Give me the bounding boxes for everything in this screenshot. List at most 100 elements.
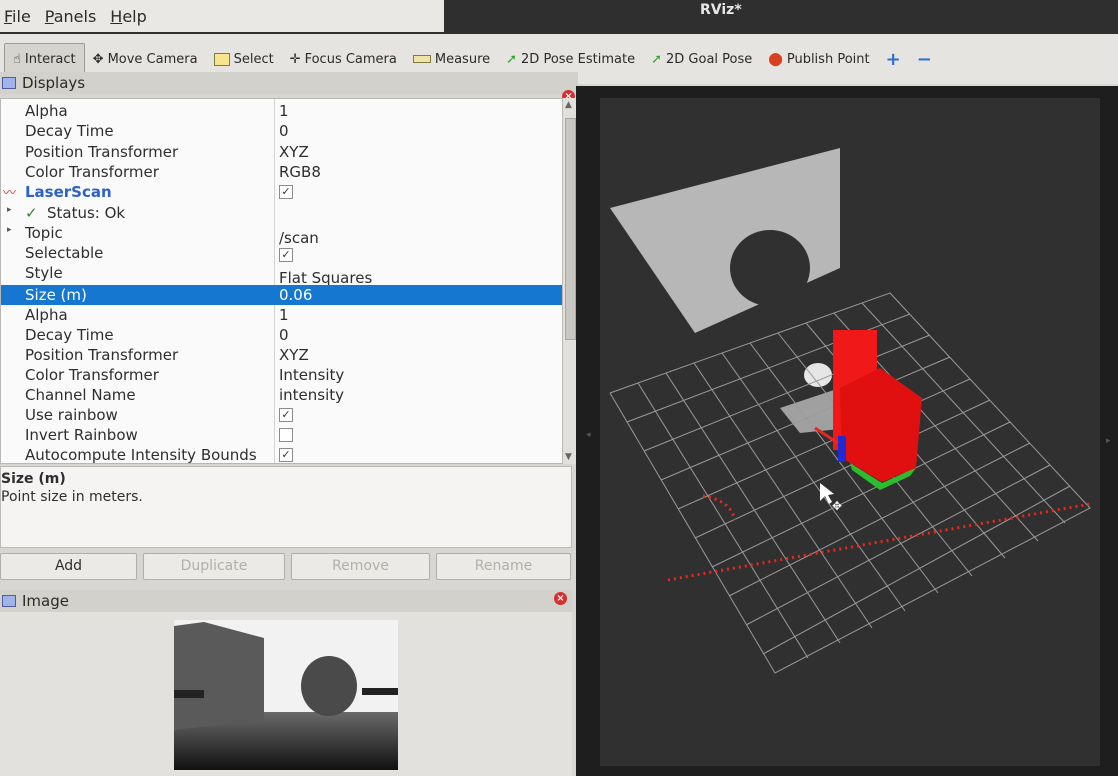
- close-image-icon[interactable]: ×: [554, 592, 567, 605]
- image-panel-header: Image: [0, 590, 572, 612]
- focus-camera-tool-button[interactable]: ✛ Focus Camera: [282, 44, 405, 74]
- menu-file[interactable]: File: [4, 7, 31, 26]
- move-camera-label: Move Camera: [107, 51, 198, 67]
- property-row[interactable]: Invert Rainbow: [1, 425, 563, 445]
- property-name: Invert Rainbow: [25, 426, 138, 444]
- use-rainbow-checkbox[interactable]: ✓: [279, 408, 293, 422]
- menu-bar: File Panels Help: [0, 0, 444, 32]
- select-icon: [213, 52, 230, 66]
- displays-panel-title: Displays: [22, 74, 86, 92]
- measure-tool-button[interactable]: Measure: [405, 44, 498, 74]
- camera-image: [174, 620, 398, 770]
- property-name: Size (m): [25, 286, 87, 304]
- laserscan-icon: 〰: [3, 186, 17, 201]
- displays-property-tree: Alpha 1 Decay Time 0 Position Transforme…: [0, 98, 564, 464]
- property-row[interactable]: Alpha 1: [1, 101, 563, 121]
- status-text: Status: Ok: [47, 204, 126, 222]
- expand-arrow-icon[interactable]: ▸: [7, 205, 12, 215]
- goal-pose-tool-button[interactable]: ➚ 2D Goal Pose: [643, 44, 760, 74]
- property-name: Position Transformer: [25, 346, 179, 364]
- property-value[interactable]: Intensity: [279, 366, 344, 384]
- pose-estimate-label: 2D Pose Estimate: [521, 51, 636, 67]
- duplicate-display-button[interactable]: Duplicate: [143, 553, 285, 580]
- property-name: Use rainbow: [25, 406, 118, 424]
- property-name: Alpha: [25, 102, 68, 120]
- menu-panels[interactable]: Panels: [45, 7, 97, 26]
- pose-arrow-icon: ➚: [506, 51, 518, 67]
- select-label: Select: [233, 51, 274, 67]
- property-row[interactable]: Color Transformer Intensity: [1, 365, 563, 385]
- remove-display-button[interactable]: Remove: [291, 553, 430, 580]
- property-value[interactable]: 1: [279, 102, 289, 120]
- plus-icon: +: [885, 48, 901, 70]
- property-row[interactable]: Position Transformer XYZ: [1, 142, 563, 162]
- property-value[interactable]: XYZ: [279, 143, 309, 161]
- interact-tool-button[interactable]: ☝ Interact: [4, 43, 85, 75]
- property-row[interactable]: Decay Time 0: [1, 121, 563, 141]
- focus-camera-icon: ✛: [289, 51, 301, 67]
- scrollbar-thumb[interactable]: [565, 118, 576, 340]
- property-row[interactable]: Style Flat Squares: [1, 263, 563, 287]
- property-row[interactable]: Selectable ✓: [1, 243, 563, 263]
- size-value[interactable]: 0.06: [279, 286, 312, 304]
- property-name: Decay Time: [25, 122, 114, 140]
- status-row[interactable]: ▸ ✓ Status: Ok: [1, 203, 563, 223]
- menu-help[interactable]: Help: [110, 7, 146, 26]
- property-value[interactable]: 0: [279, 326, 289, 344]
- add-tool-button[interactable]: +: [878, 44, 909, 74]
- property-row[interactable]: ▸ Topic /scan: [1, 223, 563, 247]
- ruler-icon: [412, 55, 431, 63]
- property-value[interactable]: RGB8: [279, 163, 321, 181]
- invert-rainbow-checkbox[interactable]: [279, 428, 293, 442]
- laserscan-display-row[interactable]: 〰 LaserScan ✓: [1, 182, 563, 202]
- select-tool-button[interactable]: Select: [206, 44, 282, 74]
- collapse-left-icon[interactable]: ◂: [586, 430, 591, 440]
- robot-axis-blue: [838, 436, 846, 462]
- move-camera-icon: ✥: [92, 51, 104, 67]
- property-row[interactable]: Position Transformer XYZ: [1, 345, 563, 365]
- 3d-view[interactable]: ✥: [600, 98, 1100, 766]
- move-camera-tool-button[interactable]: ✥ Move Camera: [85, 44, 206, 74]
- property-description: Size (m) Point size in meters.: [0, 466, 572, 548]
- autocompute-bounds-checkbox[interactable]: ✓: [279, 448, 293, 462]
- property-row[interactable]: Channel Name intensity: [1, 385, 563, 405]
- property-value[interactable]: 1: [279, 306, 289, 324]
- pose-estimate-tool-button[interactable]: ➚ 2D Pose Estimate: [498, 44, 643, 74]
- property-name: Decay Time: [25, 326, 114, 344]
- property-name: Position Transformer: [25, 143, 179, 161]
- property-row-selected[interactable]: Size (m) 0.06: [1, 285, 563, 305]
- property-value[interactable]: 0: [279, 122, 289, 140]
- property-name: Topic: [25, 224, 63, 242]
- property-value[interactable]: intensity: [279, 386, 344, 404]
- laserscan-display-name: LaserScan: [25, 183, 112, 201]
- publish-point-tool-button[interactable]: ⬤ Publish Point: [760, 44, 877, 74]
- property-value[interactable]: XYZ: [279, 346, 309, 364]
- property-row[interactable]: Autocompute Intensity Bounds ✓: [1, 445, 563, 464]
- property-name: Alpha: [25, 306, 68, 324]
- expand-arrow-icon[interactable]: ▸: [7, 225, 12, 235]
- goal-pose-label: 2D Goal Pose: [666, 51, 753, 67]
- scroll-up-icon[interactable]: ▲: [565, 100, 572, 110]
- selectable-checkbox[interactable]: ✓: [279, 248, 293, 262]
- add-display-button[interactable]: Add: [0, 553, 137, 580]
- property-row[interactable]: Color Transformer RGB8: [1, 162, 563, 182]
- scroll-down-icon[interactable]: ▼: [565, 452, 572, 462]
- minus-icon: −: [916, 48, 932, 70]
- description-text: Point size in meters.: [1, 489, 143, 505]
- goal-arrow-icon: ➚: [651, 51, 663, 67]
- property-row[interactable]: Use rainbow ✓: [1, 405, 563, 425]
- rename-display-button[interactable]: Rename: [436, 553, 571, 580]
- displays-panel-icon: [2, 77, 16, 89]
- collapse-right-icon[interactable]: ▸: [1106, 436, 1111, 446]
- property-name: Selectable: [25, 244, 104, 262]
- image-panel-icon: [2, 595, 16, 607]
- remove-tool-button[interactable]: −: [909, 44, 940, 74]
- property-row[interactable]: Decay Time 0: [1, 325, 563, 345]
- laserscan-enabled-checkbox[interactable]: ✓: [279, 185, 293, 199]
- property-row[interactable]: Alpha 1: [1, 305, 563, 325]
- map-pin-icon: ⬤: [768, 51, 783, 67]
- description-title: Size (m): [1, 471, 66, 487]
- status-ok-check-icon: ✓: [25, 204, 38, 222]
- focus-camera-label: Focus Camera: [304, 51, 397, 67]
- property-name: Autocompute Intensity Bounds: [25, 446, 257, 464]
